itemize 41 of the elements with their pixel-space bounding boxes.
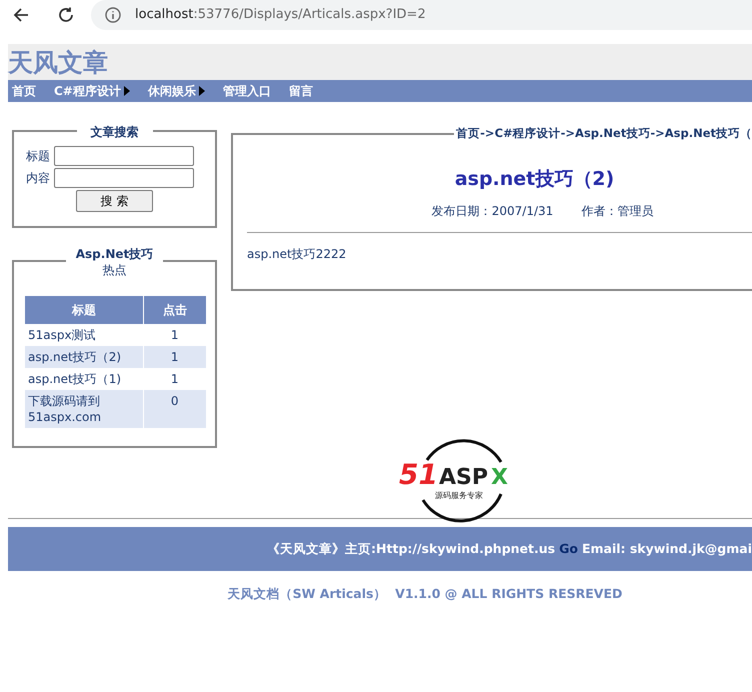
table-cell[interactable]: asp.net技巧（1) xyxy=(25,368,143,390)
nav-link[interactable]: 首页 xyxy=(12,82,36,100)
column-header: 点击 xyxy=(143,296,206,324)
table-cell: 1 xyxy=(143,324,206,346)
go-link[interactable]: Go xyxy=(559,540,578,558)
submenu-arrow-icon xyxy=(124,86,130,96)
search-button[interactable]: 搜 索 xyxy=(76,190,153,212)
text-field[interactable] xyxy=(54,146,194,166)
logo-drawing: 51ASPX 源码服务专家 xyxy=(397,432,523,524)
table-cell[interactable]: 下载源码请到51aspx.com xyxy=(25,390,143,428)
copyright: 天风文档（SW Articals） V1.1.0 @ ALL RIGHTS RESREVED xyxy=(228,585,622,603)
text-field[interactable] xyxy=(54,168,194,188)
nav-link[interactable]: C#程序设计 xyxy=(54,82,130,100)
url-text: localhost:53776/Displays/Articals.aspx?ID=2 xyxy=(135,6,426,24)
info-icon xyxy=(105,7,121,23)
back-icon[interactable] xyxy=(12,6,30,24)
panel-title: Asp.Net技巧 xyxy=(66,246,164,262)
reload-icon[interactable] xyxy=(57,6,75,24)
panel-subtitle: 热点 xyxy=(102,262,126,278)
breadcrumb: 首页->C#程序设计->Asp.Net技巧->Asp.Net技巧（ xyxy=(454,126,752,140)
footer-email: Email: skywind.jk@gmai xyxy=(582,540,752,558)
nav-link[interactable]: 管理入口 xyxy=(222,82,271,100)
table-cell: 1 xyxy=(143,346,206,368)
table-cell: 1 xyxy=(143,368,206,390)
field-label: 标题 xyxy=(26,148,51,165)
publish-date: 发布日期：2007/1/31 xyxy=(432,202,554,220)
column-header: 标题 xyxy=(25,296,143,324)
submenu-arrow-icon xyxy=(198,86,205,96)
author: 作者：管理员 xyxy=(581,202,654,220)
site-title: 天风文章 xyxy=(8,48,108,79)
table-cell[interactable]: 51aspx测试 xyxy=(25,324,143,346)
address-bar[interactable]: localhost:53776/Displays/Articals.aspx?ID=2 xyxy=(91,0,752,30)
nav-link[interactable]: 休闲娱乐 xyxy=(148,82,205,100)
footer-homepage: 《天风文章》主页:Http://skywind.phpnet.us xyxy=(267,540,556,558)
table-cell: 0 xyxy=(143,390,206,428)
article-title: asp.net技巧（2) xyxy=(454,167,614,192)
field-label: 内容 xyxy=(26,170,51,187)
article-body: asp.net技巧2222 xyxy=(247,246,348,262)
table-cell[interactable]: asp.net技巧（2) xyxy=(25,346,143,368)
nav-link[interactable]: 留言 xyxy=(288,82,313,100)
panel-title: 文章搜索 xyxy=(76,123,152,141)
